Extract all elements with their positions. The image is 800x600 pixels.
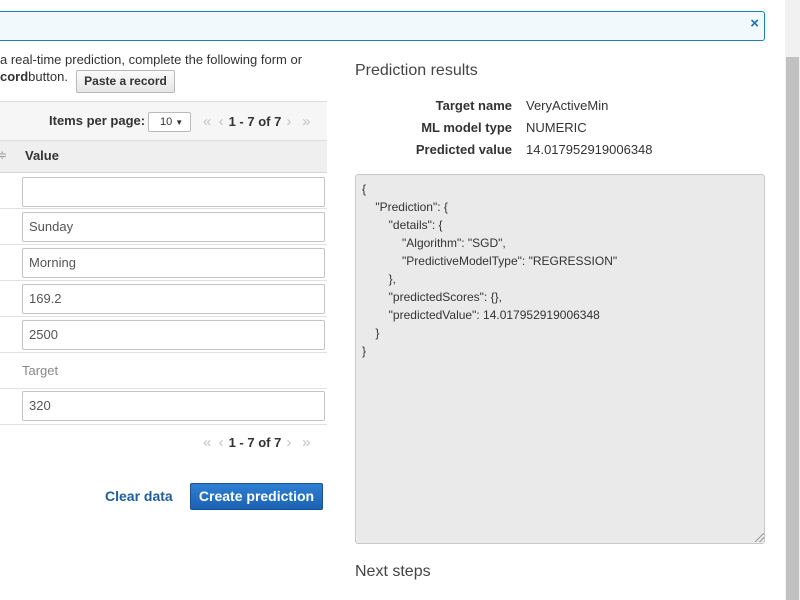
clear-data-link[interactable]: Clear data xyxy=(105,488,173,504)
row-divider xyxy=(0,244,327,245)
target-cell: Target xyxy=(22,363,59,378)
intro-bold-text: cord xyxy=(0,69,29,84)
items-per-page-select[interactable]: 10 ▼ xyxy=(148,112,191,132)
page-range: 1 - 7 of 7 xyxy=(228,434,282,450)
value-input-4[interactable]: 169.2 xyxy=(22,284,325,314)
items-per-page-value: 10 xyxy=(160,116,173,128)
target-name-value: VeryActiveMin xyxy=(526,98,609,113)
first-page-icon[interactable]: « xyxy=(203,113,211,130)
row-divider xyxy=(0,208,327,209)
prediction-json-textarea[interactable]: { "Prediction": { "details": { "Algorith… xyxy=(355,174,765,544)
model-type-value: NUMERIC xyxy=(526,120,587,135)
intro-rest-text: button. xyxy=(28,69,68,84)
model-type-label: ML model type xyxy=(421,120,512,135)
paste-record-button[interactable]: Paste a record xyxy=(76,70,175,93)
resize-handle-icon[interactable] xyxy=(755,533,764,542)
first-page-icon[interactable]: « xyxy=(203,434,211,451)
value-input-1[interactable] xyxy=(22,177,325,207)
predicted-value-label: Predicted value xyxy=(415,142,512,157)
last-page-icon[interactable]: » xyxy=(302,434,310,451)
scrollbar-thumb[interactable] xyxy=(786,57,799,600)
next-steps-heading: Next steps xyxy=(355,563,431,580)
sort-icon[interactable]: ≑ xyxy=(0,148,7,162)
row-divider xyxy=(0,388,327,389)
page-range: 1 - 7 of 7 xyxy=(228,113,282,129)
last-page-icon[interactable]: » xyxy=(302,113,310,130)
close-icon[interactable]: × xyxy=(750,14,759,34)
value-input-5[interactable]: 2500 xyxy=(22,320,325,350)
row-divider xyxy=(0,280,327,281)
prediction-results-heading: Prediction results xyxy=(355,62,478,79)
row-divider xyxy=(0,352,327,353)
row-divider xyxy=(0,424,327,425)
target-name-label: Target name xyxy=(435,98,512,113)
prev-page-icon[interactable]: ‹ xyxy=(219,113,224,130)
predicted-value: 14.017952919006348 xyxy=(526,142,653,157)
items-per-page-label: Items per page: xyxy=(49,113,146,128)
caret-down-icon: ▼ xyxy=(175,118,184,127)
row-divider xyxy=(0,316,327,317)
create-prediction-button[interactable]: Create prediction xyxy=(190,483,323,510)
intro-line-1: a real-time prediction, complete the fol… xyxy=(0,52,303,67)
next-page-icon[interactable]: › xyxy=(286,113,291,130)
value-column-header: Value xyxy=(25,148,59,163)
prev-page-icon[interactable]: ‹ xyxy=(219,434,224,451)
next-page-icon[interactable]: › xyxy=(286,434,291,451)
value-input-7[interactable]: 320 xyxy=(22,391,325,421)
value-input-2[interactable]: Sunday xyxy=(22,212,325,242)
pagination-bottom: « ‹ 1 - 7 of 7 › » xyxy=(203,432,311,452)
info-banner: × xyxy=(0,11,765,41)
pagination-top: « ‹ 1 - 7 of 7 › » xyxy=(203,111,311,131)
value-input-3[interactable]: Morning xyxy=(22,248,325,278)
